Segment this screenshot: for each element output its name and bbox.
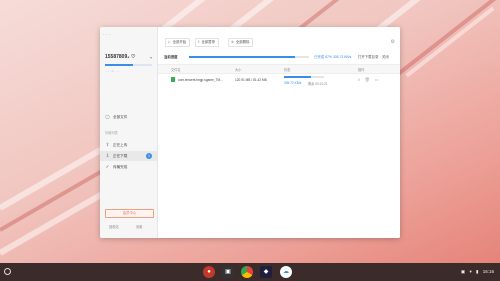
settings-link[interactable]: 设置: [136, 224, 142, 229]
netdisk-icon[interactable]: ☁: [280, 266, 292, 278]
start-all-button[interactable]: ▷ 全部开始: [165, 38, 191, 47]
launcher-icon[interactable]: [4, 268, 11, 275]
download-speed: 305.72 KB/s: [284, 81, 302, 85]
play-icon: ▷: [168, 40, 171, 44]
wifi-icon: ▾: [469, 269, 472, 274]
overall-progress-value: 已完成 87% 305.72 KB/s: [314, 55, 352, 59]
main-panel: ▷ 全部开始 ‖ 全部暂停 ⊗ 全部删除 ⚙ 当前进度 已完成 87% 305.72 …: [158, 27, 400, 238]
sidebar-item-label: 正在上传: [113, 143, 128, 147]
netdisk-window: · · · 15587809₄ ♡ ▾ ···· ··/·· ···· ▢ 全部…: [100, 27, 400, 238]
download-icon: ⇩: [105, 153, 110, 158]
upload-icon: ⇧: [105, 142, 110, 147]
sidebar-item-uploading[interactable]: ⇧ 正在上传: [100, 140, 157, 150]
pause-icon: ‖: [198, 40, 200, 44]
file-icon: ▢: [105, 114, 110, 119]
quota-bar: [105, 64, 152, 66]
sidebar-item-label: 正在下载: [113, 154, 128, 158]
quota-text: ···· ··/·· ····: [105, 69, 120, 73]
vip-center-button[interactable]: 会员中心: [105, 209, 154, 218]
quota-fill: [105, 64, 134, 66]
sidebar-item-downloading[interactable]: ⇩ 正在下载 1: [100, 151, 157, 161]
apk-file-icon: [171, 77, 175, 82]
clock: 16:16: [482, 269, 494, 274]
pause-all-button[interactable]: ‖ 全部暂停: [195, 38, 219, 47]
sidebar: · · · 15587809₄ ♡ ▾ ···· ··/·· ···· ▢ 全部…: [100, 27, 158, 238]
transfer-group-title: 传输列表: [105, 131, 118, 135]
check-icon: ✓: [105, 164, 110, 169]
chrome-icon[interactable]: [241, 266, 253, 278]
col-name: 文件名: [171, 68, 181, 72]
download-count-badge: 1: [146, 153, 152, 159]
time-remaining: 剩余 00:12:21: [308, 82, 328, 86]
progress-label: 当前进度: [164, 55, 178, 59]
ide-icon[interactable]: ◆: [260, 266, 272, 278]
sidebar-item-completed[interactable]: ✓ 传输完成: [100, 162, 157, 172]
folder-icon[interactable]: ▭: [375, 77, 379, 82]
trash-icon[interactable]: 🗑: [365, 77, 370, 82]
overall-progress: 当前进度 已完成 87% 305.72 KB/s 打开下载目录 关闭: [164, 54, 394, 60]
username[interactable]: 15587809₄ ♡: [105, 54, 136, 60]
terminal-icon[interactable]: ▣: [222, 266, 234, 278]
status-tray[interactable]: ▣ ▾ ▮ 16:16: [458, 267, 494, 277]
shelf: ● ▣ ◆ ☁ ▣ ▾ ▮ 16:16: [0, 263, 500, 281]
close-icon: ⊗: [231, 40, 234, 44]
file-progress-bar: [284, 76, 324, 78]
window-controls-hint: · · ·: [103, 32, 111, 38]
col-action: 操作: [358, 68, 365, 72]
close-link[interactable]: 关闭: [382, 54, 389, 59]
file-size: 120.91 MB / 81.42 MB: [235, 78, 267, 82]
battery-icon: ▮: [475, 269, 479, 274]
col-size: 大小: [235, 68, 242, 72]
screenshot-icon: ▣: [460, 269, 466, 274]
record-icon[interactable]: ●: [203, 266, 215, 278]
table-header: 文件名 大小 状态 操作: [158, 64, 400, 74]
sidebar-item-label: 全部文件: [113, 115, 128, 119]
chevron-down-icon[interactable]: ▾: [150, 55, 152, 60]
col-status: 状态: [284, 68, 291, 72]
overall-progress-fill: [189, 56, 295, 58]
pause-icon[interactable]: ‖: [358, 77, 360, 82]
file-name: com.tencent.tmgp.sgame_TM...: [178, 78, 223, 82]
sidebar-item-all-files[interactable]: ▢ 全部文件: [100, 112, 157, 122]
gear-icon[interactable]: ⚙: [391, 39, 395, 45]
file-progress-fill: [284, 76, 311, 78]
row-actions: ‖ 🗑 ▭: [358, 77, 384, 82]
table-row[interactable]: com.tencent.tmgp.sgame_TM... 120.91 MB /…: [158, 74, 400, 88]
recycle-bin-link[interactable]: 回收站: [109, 224, 119, 229]
delete-all-button[interactable]: ⊗ 全部删除: [228, 38, 254, 47]
open-download-dir-link[interactable]: 打开下载目录: [358, 54, 378, 59]
overall-progress-bar: [189, 56, 309, 58]
sidebar-item-label: 传输完成: [113, 165, 128, 169]
